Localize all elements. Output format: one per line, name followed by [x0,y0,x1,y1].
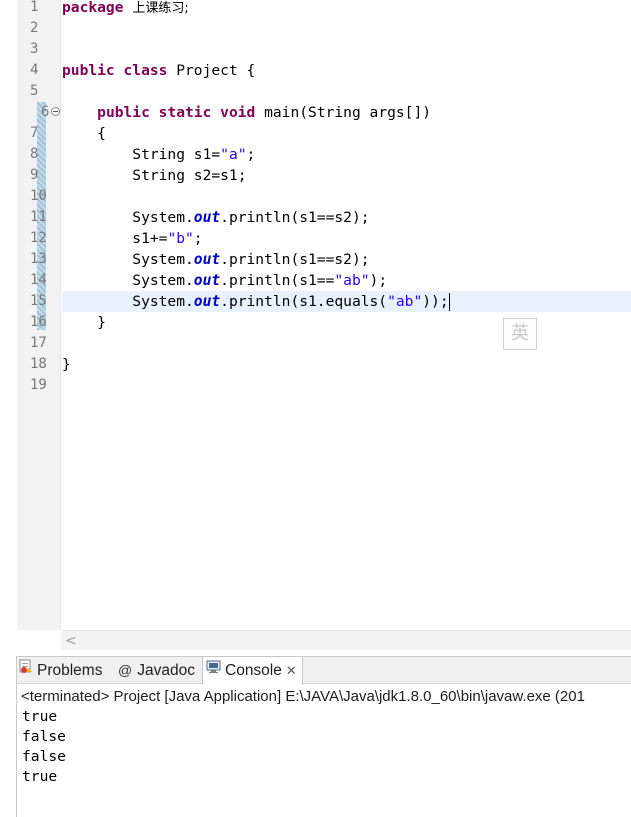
code-line: System.out.println(s1=="ab"); [62,270,631,291]
tab-console[interactable]: Console ✕ [202,657,303,685]
output-line: true [22,708,58,725]
line-number: 12 [30,230,47,246]
code-text: System. [62,272,194,289]
code-line: } [62,314,106,331]
static-field: out [193,209,221,226]
line-number: 1 [30,0,39,15]
tab-javadoc[interactable]: @ Javadoc [118,657,195,684]
tab-label: Javadoc [137,662,195,679]
console-process-label: <terminated> Project [Java Application] … [21,688,585,705]
code-editor[interactable]: 1 2 3 4 5 6 7 8 9 10 11 12 13 14 15 16 1… [0,0,631,652]
line-number: 15 [30,293,47,309]
static-field: out [193,293,221,310]
close-icon[interactable]: ✕ [286,657,297,684]
string-literal: "a" [220,146,247,163]
string-literal: "ab" [334,272,370,289]
line-number: 11 [30,209,47,225]
keyword: public class [62,62,168,79]
tab-label: Console [225,662,282,679]
code-line: s1+="b"; [62,228,631,249]
output-line: false [22,728,66,745]
line-number: 19 [30,377,47,393]
code-text: .println(s1==s2); [220,209,370,226]
tab-label: Problems [37,662,103,679]
code-line: package 上课练习; [62,0,631,18]
code-text: .println(s1.equals( [220,293,388,310]
code-text: String s1= [62,146,221,163]
code-line: { [62,125,106,142]
line-number: 2 [30,20,39,36]
line-number: 7 [30,125,39,141]
code-line: System.out.println(s1==s2); [62,249,631,270]
string-literal: "ab" [387,293,423,310]
line-number: 13 [30,251,47,267]
keyword: public static void [97,104,256,121]
console-output[interactable]: true false false true [22,707,622,787]
text-caret [448,293,450,311]
problems-icon [19,656,33,683]
output-line: true [22,768,58,785]
line-number: 18 [30,356,47,372]
line-number: 9 [30,167,39,183]
string-literal: "b" [167,230,194,247]
code-text: ; [193,230,203,247]
line-number: 10 [30,188,47,204]
package-name: 上课练习; [132,1,189,16]
scroll-left-icon[interactable]: < [65,633,77,649]
method-signature: main(String args[]) [255,104,432,121]
code-line: String s2=s1; [62,167,247,184]
static-field: out [193,272,221,289]
fold-collapse-icon[interactable] [51,107,60,116]
line-number: 8 [30,146,39,162]
console-icon [206,656,221,683]
line-number: 3 [30,41,39,57]
code-text: .println(s1==s2); [220,251,370,268]
line-number: 14 [30,272,47,288]
output-line: false [22,748,66,765]
code-line: } [62,356,71,373]
horizontal-scrollbar[interactable]: < [61,630,631,650]
code-text: .println(s1== [220,272,335,289]
ime-language-indicator[interactable]: 英 [503,318,537,350]
javadoc-icon: @ [118,662,133,679]
code-text: ; [246,146,256,163]
keyword: package [62,0,124,16]
code-text: System. [62,293,194,310]
panel-tab-bar: Problems @ Javadoc Console ✕ [17,657,631,685]
line-number: 4 [30,62,39,78]
code-line: System.out.println(s1==s2); [62,207,631,228]
static-field: out [193,251,221,268]
current-code-line: System.out.println(s1.equals("ab")); [62,291,631,312]
bottom-panel: Problems @ Javadoc Console ✕ <terminated> … [16,656,631,817]
line-number: 5 [30,83,39,99]
class-declaration: Project { [167,62,256,79]
line-number: 16 [30,314,47,330]
code-text: System. [62,209,194,226]
code-text: ); [369,272,388,289]
line-number: 17 [30,335,47,351]
code-line: String s1="a"; [62,144,631,165]
code-text: s1+= [62,230,168,247]
code-line: public static void main(String args[]) [62,102,631,123]
code-text-area[interactable]: package 上课练习; public class Project { pub… [62,0,631,630]
code-text: System. [62,251,194,268]
tab-problems[interactable]: Problems [19,657,102,684]
code-line: public class Project { [62,60,631,81]
code-text: )); [422,293,449,310]
editor-left-margin [0,0,17,652]
